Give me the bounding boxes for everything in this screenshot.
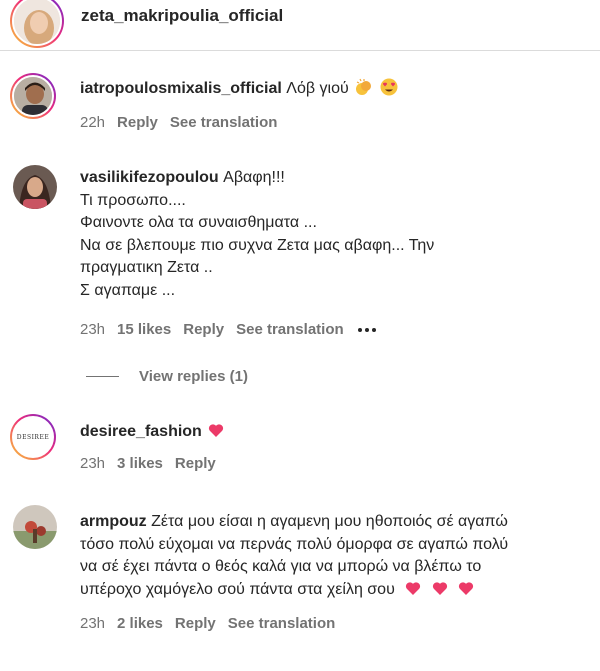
pink-heart-icon (406, 581, 421, 595)
reply-button[interactable]: Reply (117, 114, 158, 131)
likes-count[interactable]: 2 likes (117, 615, 163, 632)
comment-username[interactable]: iatropoulosmixalis_official (80, 80, 282, 97)
comment-text-line: Φαινοντε ολα τα συναισθηματα ... (80, 214, 317, 231)
comment-text-line: Ζέτα μου είσαι η αγαμενη μου ηθοποιός σέ… (151, 513, 508, 530)
comment-text-line: να σέ έχει πάντα ο θεός καλά για να μπορ… (80, 558, 482, 575)
view-replies-line (86, 376, 119, 377)
commenter-avatar[interactable]: DESIREE (10, 414, 56, 460)
see-translation-button[interactable]: See translation (170, 114, 278, 131)
comment-timestamp: 23h (80, 455, 106, 472)
commenter-avatar[interactable] (13, 165, 57, 209)
heart-eyes-icon (380, 78, 398, 96)
likes-count[interactable]: 3 likes (117, 455, 163, 472)
comment-timestamp: 23h (80, 615, 106, 632)
clapping-hands-icon (356, 78, 372, 95)
comment-username[interactable]: vasilikifezopoulou (80, 169, 219, 186)
post-author-username[interactable]: zeta_makripoulia_official (81, 6, 283, 26)
comment-text-line: τόσο πολύ εύχομαι να περνάς πολύ όμορφα … (80, 535, 509, 553)
comment-text-line: Να σε βλεπουμε πιο συχνα Ζετα μας αβαφη.… (80, 236, 435, 254)
header-divider (0, 50, 600, 51)
comment-timestamp: 23h (80, 321, 106, 338)
see-translation-button[interactable]: See translation (236, 321, 344, 338)
comment-text-line: πραγματικη Ζετα .. (80, 259, 213, 276)
reply-button[interactable]: Reply (175, 455, 216, 472)
pink-heart-icon (209, 424, 224, 437)
commenter-avatar[interactable] (13, 505, 57, 549)
see-translation-button[interactable]: See translation (228, 615, 336, 632)
comment-text: Λόβ γιού (286, 80, 349, 97)
pink-heart-icon (459, 581, 474, 595)
post-header: zeta_makripoulia_official (0, 0, 600, 50)
reply-button[interactable]: Reply (175, 615, 216, 632)
comment-text-line: Τι προσωπο.... (80, 191, 186, 209)
pink-heart-icon (432, 581, 447, 595)
avatar-logo-text: DESIREE (16, 433, 50, 441)
comment-timestamp: 22h (80, 114, 106, 131)
view-replies-label: View replies (1) (139, 368, 248, 385)
reply-button[interactable]: Reply (183, 321, 224, 338)
view-replies-button[interactable]: View replies (1) (86, 368, 248, 385)
comment-text-line: Αβαφη!!! (223, 169, 285, 186)
more-options-icon[interactable] (357, 327, 376, 332)
likes-count[interactable]: 15 likes (117, 321, 171, 338)
commenter-avatar[interactable] (10, 73, 56, 119)
comment-username[interactable]: desiree_fashion (80, 423, 202, 440)
comment-username[interactable]: armpouz (80, 513, 147, 530)
comment-text-line: υπέροχο χαμόγελο σού πάντα στα χείλη σου (80, 580, 395, 598)
comment-text-line: Σ αγαπαμε ... (80, 281, 176, 299)
